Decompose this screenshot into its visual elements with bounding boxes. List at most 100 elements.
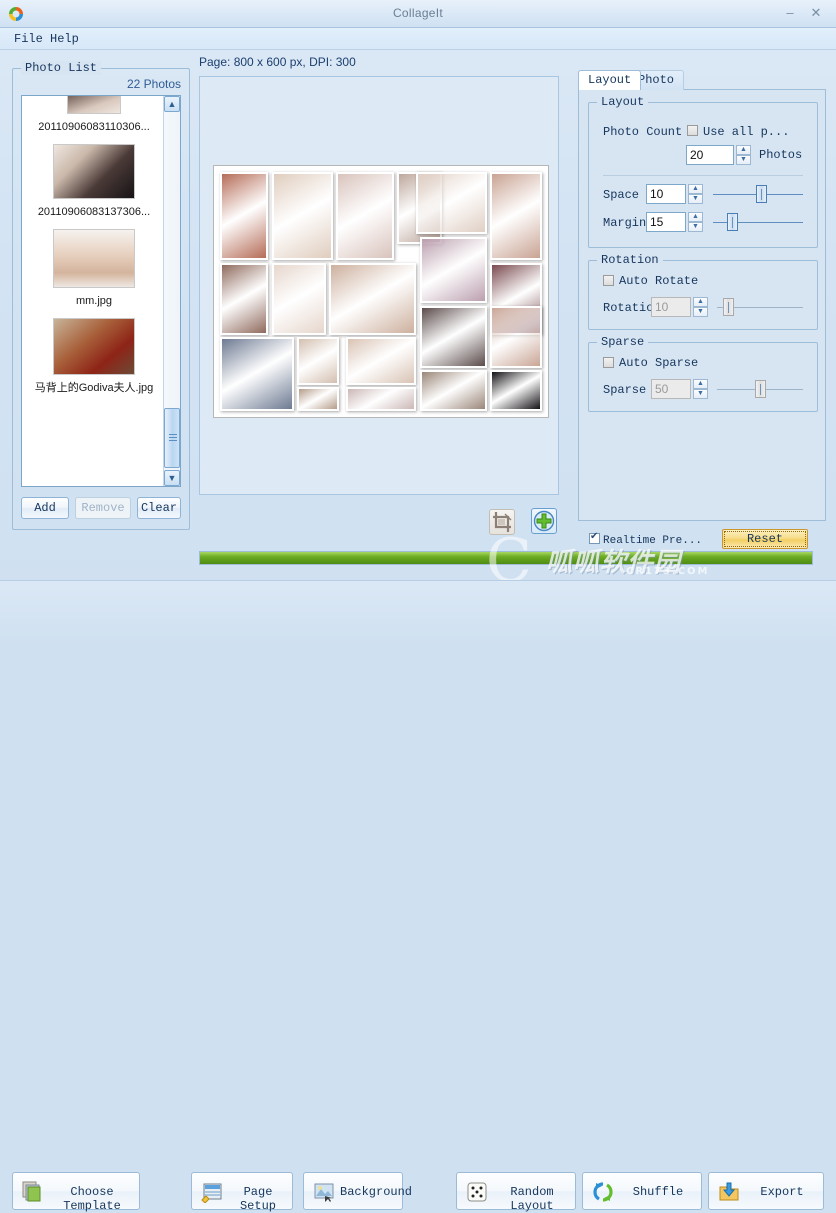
reset-button[interactable]: Reset — [722, 529, 808, 549]
scrollbar-thumb[interactable] — [164, 408, 180, 468]
collage-tile[interactable] — [490, 172, 542, 261]
collage-tile[interactable] — [419, 236, 488, 304]
export-button[interactable]: Export — [708, 1172, 824, 1210]
title-bar: CollageIt – ✕ — [0, 0, 836, 28]
minimize-button[interactable]: – — [780, 4, 800, 22]
list-item[interactable]: 20110906083110306... — [22, 96, 166, 134]
collage-tile-image — [299, 389, 338, 409]
remove-button: Remove — [75, 497, 131, 519]
photo-thumbnail — [53, 229, 135, 288]
photo-list-panel: Photo List 22 Photos 20110906083110306..… — [12, 61, 190, 530]
realtime-preview-checkbox[interactable]: Realtime Pre... — [589, 531, 702, 547]
checkbox-icon[interactable] — [589, 531, 600, 544]
collage-tile[interactable] — [271, 262, 327, 335]
margin-label: Margin — [603, 216, 647, 230]
margin-input[interactable]: 15 — [646, 212, 686, 232]
export-icon — [719, 1182, 739, 1201]
page-info-label: Page: 800 x 600 px, DPI: 300 — [199, 55, 356, 69]
collage-tile-image — [273, 174, 331, 259]
space-stepper[interactable]: ▲ ▼ — [688, 184, 703, 204]
collage-tile[interactable] — [220, 262, 269, 335]
layout-group-legend: Layout — [597, 95, 649, 109]
photo-thumbnail — [53, 318, 135, 375]
rotation-group: Rotation Auto Rotate Rotation 10 ▲ ▼ — [588, 253, 818, 330]
photo-count-input[interactable]: 20 — [686, 145, 734, 165]
collage-tile[interactable] — [490, 305, 542, 368]
list-item[interactable]: 20110906083137306... — [22, 144, 166, 219]
sparse-label: Sparse — [603, 383, 647, 397]
background-button[interactable]: Background — [303, 1172, 412, 1210]
collage-tile[interactable] — [335, 172, 394, 261]
collage-tile-image — [347, 389, 415, 409]
margin-slider-thumb[interactable] — [727, 213, 739, 231]
space-input[interactable]: 10 — [646, 184, 686, 204]
collageit-window: CollageIt – ✕ File Help Photo List 22 Ph… — [0, 0, 836, 1213]
clear-button[interactable]: Clear — [137, 497, 181, 519]
collage-tile-image — [492, 174, 540, 259]
shuffle-icon — [593, 1182, 613, 1202]
photo-count-label: 22 Photos — [126, 77, 181, 91]
add-button[interactable]: Add — [21, 497, 69, 519]
settings-tabstrip: Layout Photo — [578, 70, 826, 90]
collage-tile[interactable] — [419, 305, 488, 368]
auto-rotate-label: Auto Rotate — [619, 274, 699, 288]
collage-preview[interactable] — [213, 165, 549, 418]
choose-template-button[interactable]: Choose Template — [12, 1172, 140, 1213]
menu-item-file[interactable]: File — [10, 32, 47, 46]
dice-icon — [467, 1182, 487, 1202]
collage-tile-image — [421, 372, 486, 409]
collage-tile[interactable] — [220, 172, 269, 261]
list-item-label: mm.jpg — [75, 295, 113, 307]
collage-tile-image — [273, 264, 325, 333]
list-item[interactable]: 马背上的Godiva夫人.jpg — [22, 318, 166, 395]
collage-tile[interactable] — [419, 370, 488, 411]
random-layout-button[interactable]: Random Layout — [456, 1172, 576, 1213]
collage-tile[interactable] — [329, 262, 417, 335]
use-all-photos-checkbox[interactable] — [687, 125, 698, 136]
auto-rotate-checkbox[interactable] — [603, 275, 614, 286]
space-slider-thumb[interactable] — [756, 185, 768, 203]
photo-list-box[interactable]: 20110906083110306... 20110906083137306..… — [21, 95, 181, 487]
layout-group: Layout Photo Count Use all p... 20 ▲ ▼ Ph… — [588, 95, 818, 248]
progress-fill — [200, 552, 812, 564]
tab-layout[interactable]: Layout — [578, 70, 642, 90]
collage-tile-image — [331, 264, 415, 333]
crop-icon — [493, 512, 512, 532]
collage-tile[interactable] — [297, 336, 340, 385]
menu-item-help[interactable]: Help — [46, 32, 83, 46]
add-photo-button[interactable] — [531, 508, 557, 534]
collage-tile-image — [299, 338, 338, 383]
collage-tile-image — [347, 338, 415, 383]
shuffle-button[interactable]: Shuffle — [582, 1172, 702, 1210]
close-button[interactable]: ✕ — [806, 4, 826, 22]
photo-count-stepper[interactable]: ▲ ▼ — [736, 145, 751, 165]
collage-tile-image — [492, 307, 540, 366]
scroll-up-icon[interactable]: ▲ — [164, 96, 180, 112]
progress-bar — [199, 551, 813, 565]
collage-tile[interactable] — [416, 172, 488, 235]
list-item[interactable]: mm.jpg — [22, 229, 166, 308]
collage-tile[interactable] — [220, 336, 295, 411]
collage-tile-image — [337, 174, 392, 259]
collage-tile[interactable] — [345, 387, 417, 411]
scroll-down-icon[interactable]: ▼ — [164, 470, 180, 486]
margin-stepper[interactable]: ▲ ▼ — [688, 212, 703, 232]
list-item-label: 20110906083110306... — [38, 121, 150, 133]
random-layout-label: Random Layout — [510, 1185, 554, 1213]
photo-thumbnail — [53, 144, 135, 199]
crop-button[interactable] — [489, 509, 515, 535]
collage-tile[interactable] — [271, 172, 333, 261]
collage-tile[interactable] — [297, 387, 340, 411]
photo-list-legend: Photo List — [21, 61, 102, 75]
auto-sparse-checkbox[interactable] — [603, 357, 614, 368]
photo-count-label-field: Photo Count — [603, 125, 683, 139]
collage-tile-image — [418, 174, 486, 233]
use-all-photos-label: Use all p... — [703, 125, 790, 139]
rotation-input: 10 — [651, 297, 691, 317]
sparse-group: Sparse Auto Sparse Sparse 50 ▲ ▼ — [588, 335, 818, 412]
preview-area[interactable] — [199, 76, 559, 495]
photo-list-scrollbar[interactable]: ▲ ▼ — [163, 96, 180, 486]
collage-tile[interactable] — [345, 336, 417, 385]
page-setup-button[interactable]: Page Setup — [191, 1172, 293, 1213]
collage-tile[interactable] — [490, 370, 542, 411]
